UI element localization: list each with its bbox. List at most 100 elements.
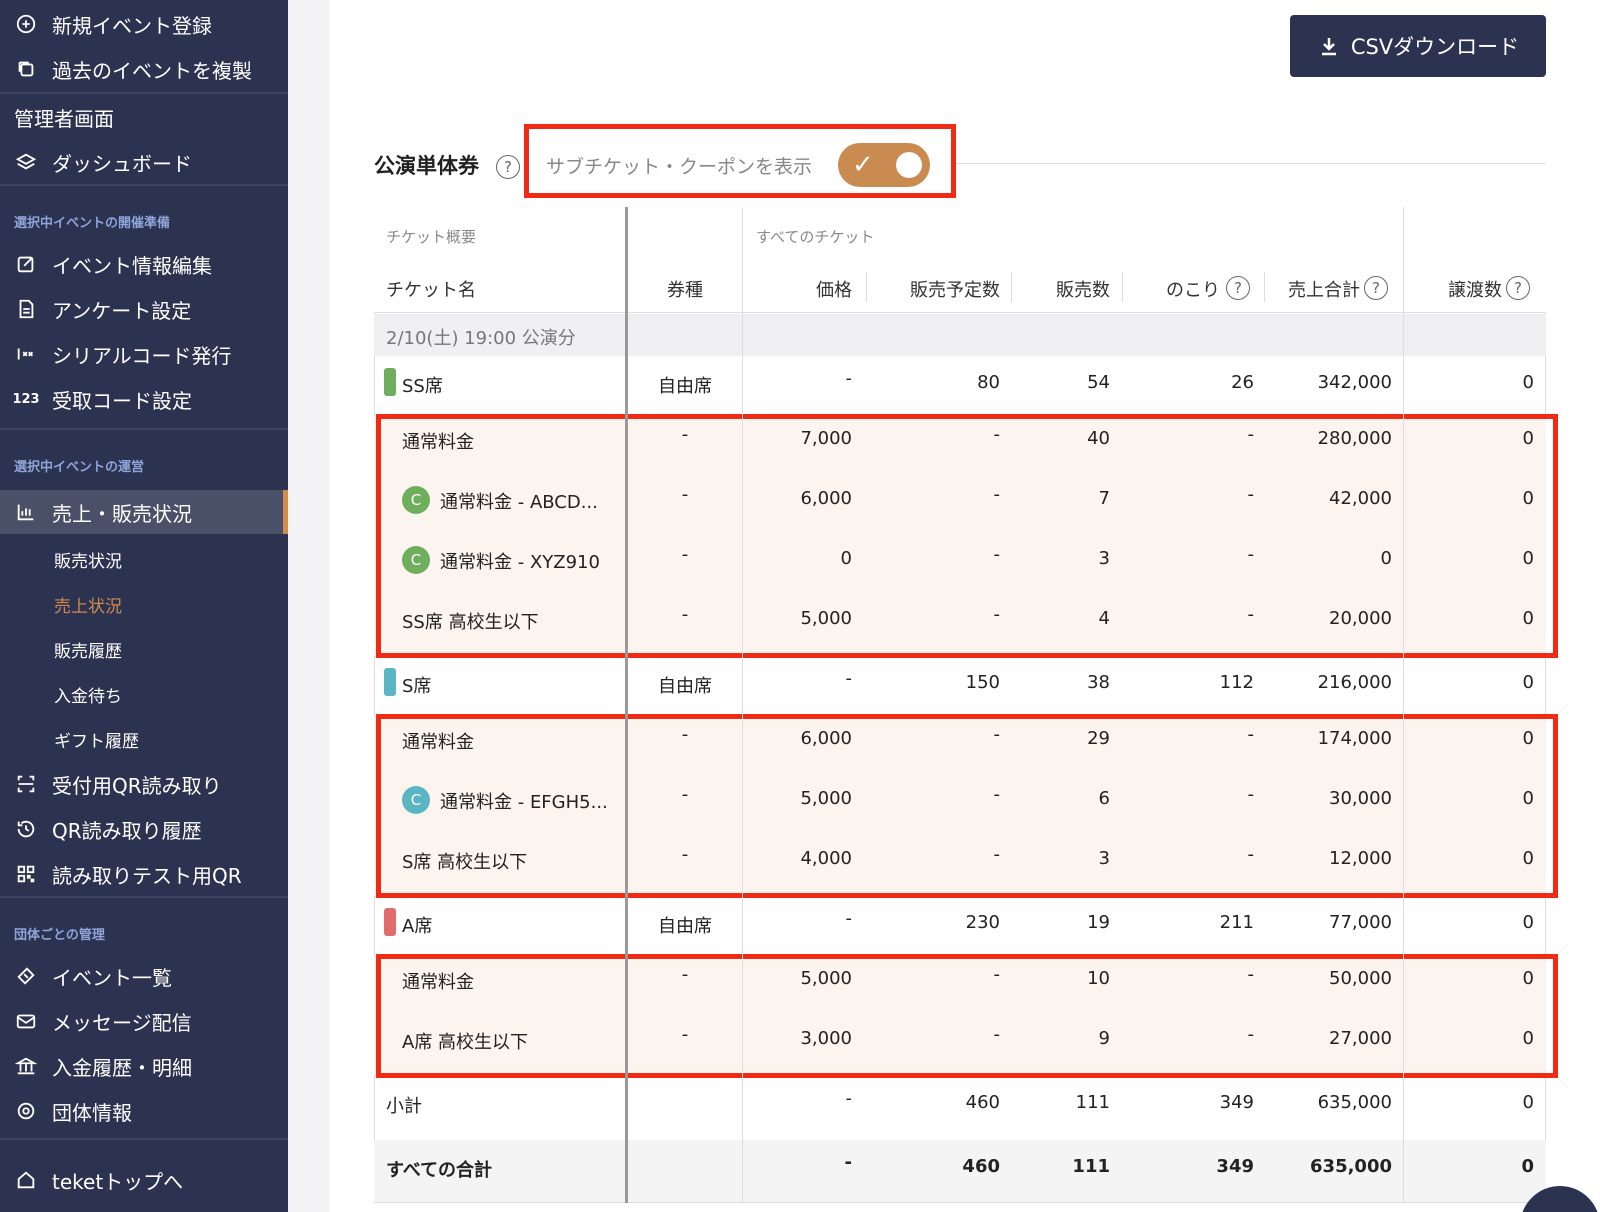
cell-price: -	[844, 1152, 852, 1173]
cell-transfer: 0	[1521, 1156, 1534, 1177]
nav-sub-pending[interactable]: 入金待ち	[0, 672, 288, 716]
nav-payments[interactable]: 入金履歴・明細	[0, 1044, 288, 1088]
nav-label: ダッシュボード	[52, 151, 192, 176]
qr-scan-icon	[14, 772, 38, 796]
nav-label: teketトップへ	[52, 1169, 184, 1194]
nav-receipt-code[interactable]: 123 受取コード設定	[0, 377, 288, 421]
cell-planned: 460	[965, 1092, 1000, 1113]
cell-sold: 54	[1087, 372, 1110, 393]
highlight-box	[524, 124, 956, 198]
layers-icon	[14, 150, 38, 174]
nav-label: 入金待ち	[54, 686, 122, 707]
cell-revenue: 635,000	[1317, 1092, 1392, 1113]
nav-sub-revenue[interactable]: 売上状況	[0, 582, 288, 626]
divider	[0, 428, 288, 430]
header-price: 価格	[816, 280, 852, 301]
column-divider	[742, 207, 743, 1203]
bar-chart-icon	[14, 500, 38, 524]
nav-sub-history[interactable]: 販売履歴	[0, 627, 288, 671]
nav-serial-code[interactable]: シリアルコード発行	[0, 332, 288, 376]
nav-label: 管理者画面	[14, 106, 114, 131]
nav-messages[interactable]: メッセージ配信	[0, 999, 288, 1043]
cell-sold: 38	[1087, 672, 1110, 693]
help-icon[interactable]: ?	[496, 155, 520, 179]
nav-label: 読み取りテスト用QR	[52, 863, 242, 888]
nav-label: 受取コード設定	[52, 388, 192, 413]
cell-revenue: 635,000	[1310, 1156, 1392, 1177]
nav-label: ギフト履歴	[54, 731, 139, 752]
nav-label: 販売状況	[54, 551, 122, 572]
nav-label: 売上状況	[54, 596, 122, 617]
nav-sub-sales-status[interactable]: 販売状況	[0, 537, 288, 581]
section-heading-prep: 選択中イベントの開催準備	[14, 216, 171, 231]
nav-qr-scan[interactable]: 受付用QR読み取り	[0, 762, 288, 806]
help-icon[interactable]: ?	[1226, 276, 1250, 300]
cell-sold: 19	[1087, 912, 1110, 933]
nav-event-list[interactable]: イベント一覧	[0, 954, 288, 998]
nav-admin[interactable]: 管理者画面	[0, 95, 288, 139]
nav-teket-top[interactable]: teketトップへ	[0, 1158, 288, 1202]
header-revenue: 売上合計	[1288, 280, 1360, 301]
cell-planned: 80	[977, 372, 1000, 393]
divider	[1011, 272, 1012, 302]
cell-remaining: 349	[1219, 1092, 1254, 1113]
nav-sub-gift[interactable]: ギフト履歴	[0, 717, 288, 761]
nav-label: 入金履歴・明細	[52, 1055, 192, 1080]
group-header-overview: チケット概要	[386, 228, 477, 246]
gear-icon	[14, 1099, 38, 1123]
csv-download-button[interactable]: CSVダウンロード	[1290, 15, 1546, 77]
bank-icon	[14, 1054, 38, 1078]
divider	[1122, 272, 1123, 302]
header-remaining: のこり	[1166, 280, 1220, 301]
nav-qr-history[interactable]: QR読み取り履歴	[0, 807, 288, 851]
nav-dashboard[interactable]: ダッシュボード	[0, 140, 288, 184]
date-label: 2/10(土) 19:00 公演分	[386, 328, 576, 349]
cell-remaining: 112	[1219, 672, 1254, 693]
nav-new-event[interactable]: 新規イベント登録	[0, 2, 288, 46]
nav-label: 新規イベント登録	[52, 13, 212, 38]
nav-label: メッセージ配信	[52, 1010, 192, 1035]
home-icon	[14, 1168, 38, 1192]
highlight-box	[376, 414, 1558, 658]
history-icon	[14, 817, 38, 841]
cell-transfer: 0	[1522, 672, 1534, 693]
nav-org-info[interactable]: 団体情報	[0, 1089, 288, 1133]
123-icon: 123	[12, 391, 40, 407]
nav-sales-status[interactable]: 売上・販売状況	[0, 490, 288, 534]
plus-circle-icon	[14, 12, 38, 36]
ticket-name: すべての合計	[386, 1160, 493, 1181]
cell-transfer: 0	[1522, 372, 1534, 393]
csv-download-label: CSVダウンロード	[1350, 35, 1520, 59]
help-icon[interactable]: ?	[1364, 276, 1388, 300]
seat-color-bar	[384, 908, 396, 936]
row-divider	[374, 1202, 1546, 1203]
divider	[1264, 272, 1265, 302]
seat-color-bar	[384, 368, 396, 396]
nav-label: 受付用QR読み取り	[52, 773, 222, 798]
highlight-box	[376, 714, 1558, 898]
help-icon[interactable]: ?	[1506, 276, 1530, 300]
divider	[866, 272, 867, 302]
nav-survey[interactable]: アンケート設定	[0, 287, 288, 331]
document-icon	[14, 297, 38, 321]
cell-planned: 460	[962, 1156, 1000, 1177]
nav-qr-test[interactable]: 読み取りテスト用QR	[0, 852, 288, 896]
header-name: チケット名	[386, 280, 476, 301]
ticket-name: SS席	[402, 376, 443, 397]
divider	[0, 184, 288, 186]
nav-label: 売上・販売状況	[52, 501, 192, 526]
cell-transfer: 0	[1522, 1092, 1534, 1113]
cell-sold: 111	[1075, 1092, 1110, 1113]
header-type: 券種	[667, 280, 703, 301]
cell-planned: 150	[965, 672, 1000, 693]
nav-label: シリアルコード発行	[52, 343, 232, 368]
header-transfer: 譲渡数	[1448, 280, 1502, 301]
nav-duplicate-event[interactable]: 過去のイベントを複製	[0, 47, 288, 91]
cell-remaining: 349	[1216, 1156, 1254, 1177]
nav-edit-event[interactable]: イベント情報編集	[0, 242, 288, 286]
sidebar: 新規イベント登録 過去のイベントを複製 管理者画面 ダッシュボード 選択中イベン…	[0, 0, 288, 1212]
cell-planned: 230	[965, 912, 1000, 933]
title-divider	[956, 163, 1546, 164]
header-planned: 販売予定数	[910, 280, 1000, 301]
copy-icon	[14, 57, 38, 81]
